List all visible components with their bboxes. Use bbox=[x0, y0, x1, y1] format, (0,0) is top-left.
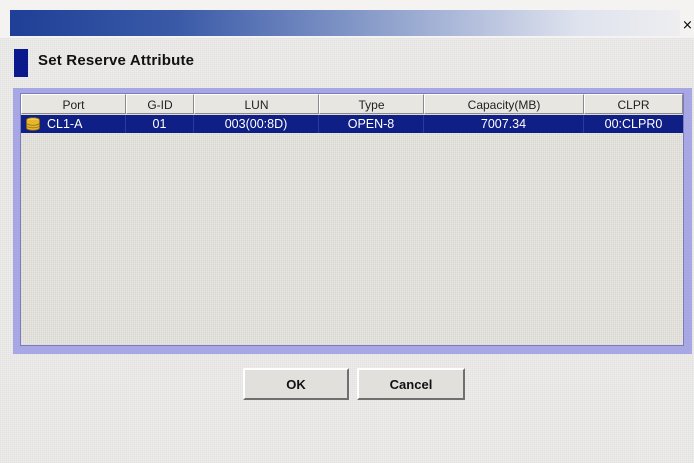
column-header-capacity[interactable]: Capacity(MB) bbox=[424, 94, 584, 114]
cell-clpr: 00:CLPR0 bbox=[604, 117, 663, 131]
table-frame: Port G-ID LUN Type Capacity(MB) CLPR CL1… bbox=[13, 88, 692, 354]
close-icon[interactable]: × bbox=[681, 18, 694, 33]
cell-lun: 003(00:8D) bbox=[194, 115, 319, 133]
title-bar-gradient bbox=[10, 10, 680, 36]
cell-capacity: 7007.34 bbox=[424, 115, 584, 133]
port-value: CL1-A bbox=[47, 117, 83, 131]
cell-gid: 01 bbox=[126, 115, 194, 133]
column-header-clpr[interactable]: CLPR bbox=[584, 94, 683, 114]
dialog-title: Set Reserve Attribute bbox=[38, 52, 195, 69]
ok-button[interactable]: OK bbox=[243, 368, 349, 400]
column-header-gid[interactable]: G-ID bbox=[126, 94, 194, 114]
table-header: Port G-ID LUN Type Capacity(MB) CLPR bbox=[21, 94, 683, 114]
table-row[interactable]: CL1-A 01 003(00:8D) OPEN-8 7007.34 00:CL… bbox=[21, 115, 683, 133]
heading-marker bbox=[14, 49, 28, 77]
storage-disk-icon bbox=[26, 117, 40, 131]
cell-port: CL1-A bbox=[21, 115, 126, 133]
column-header-type[interactable]: Type bbox=[319, 94, 424, 114]
cell-type: OPEN-8 bbox=[319, 115, 424, 133]
lun-table: Port G-ID LUN Type Capacity(MB) CLPR CL1… bbox=[20, 93, 684, 346]
column-header-port[interactable]: Port bbox=[21, 94, 126, 114]
title-bar: × bbox=[0, 0, 694, 38]
cancel-button[interactable]: Cancel bbox=[357, 368, 465, 400]
column-header-lun[interactable]: LUN bbox=[194, 94, 319, 114]
